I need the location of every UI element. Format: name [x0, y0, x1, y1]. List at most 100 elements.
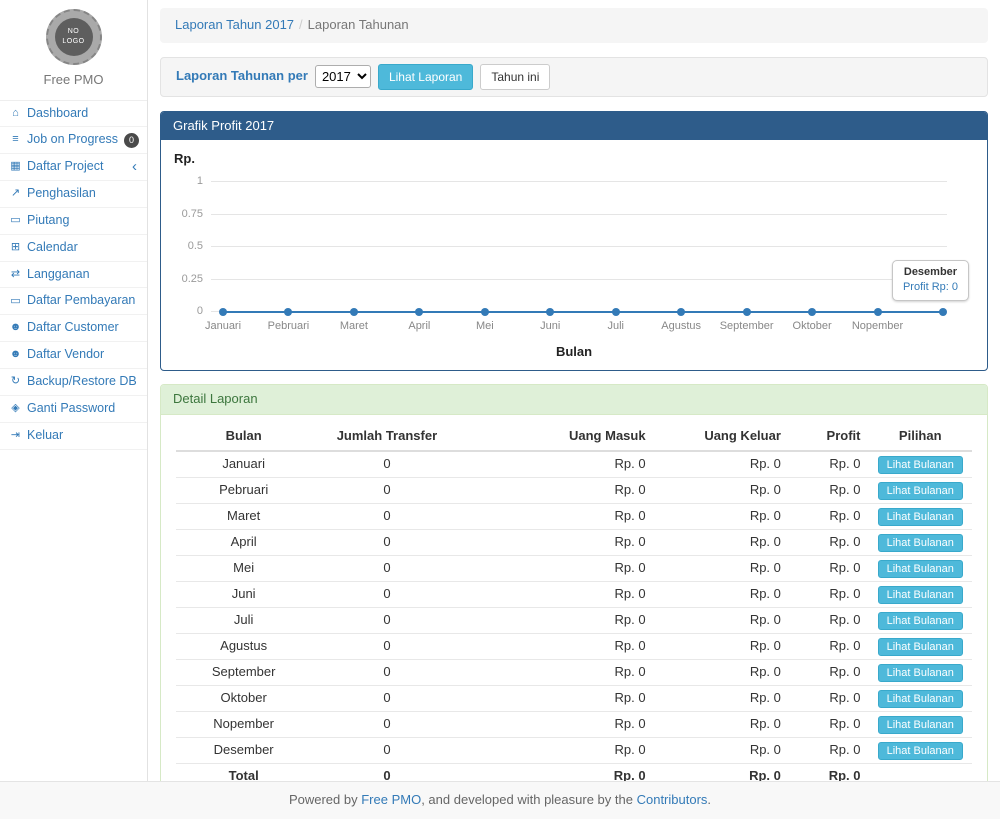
data-point-januari[interactable]: [219, 308, 227, 316]
page: NO LOGO Free PMO ⌂Dashboard≡Job on Progr…: [0, 0, 1000, 781]
footer-link-contributors[interactable]: Contributors: [637, 791, 708, 810]
sidebar-item-label: Daftar Vendor: [27, 346, 104, 364]
detail-panel: Detail Laporan BulanJumlah TransferUang …: [160, 384, 988, 781]
sidebar-item-ganti-password[interactable]: ◈Ganti Password: [0, 396, 147, 423]
sidebar-item-keluar[interactable]: ⇥Keluar: [0, 423, 147, 450]
data-point-juni[interactable]: [546, 308, 554, 316]
cell-profit: Rp. 0: [789, 451, 869, 478]
logo-line1: NO: [68, 27, 80, 37]
sidebar-item-langganan[interactable]: ⇄Langganan: [0, 262, 147, 289]
sidebar-item-dashboard[interactable]: ⌂Dashboard: [0, 101, 147, 128]
cell-profit: Rp. 0: [789, 530, 869, 556]
sidebar-item-daftar-pembayaran[interactable]: ▭Daftar Pembayaran: [0, 288, 147, 315]
chart-series: JanuariPebruariMaretAprilMeiJuniJuliAgus…: [223, 182, 943, 312]
cell-jumlah-transfer: 0: [311, 686, 462, 712]
cell-pilihan: Lihat Bulanan: [868, 530, 972, 556]
chart-panel-title: Grafik Profit 2017: [161, 112, 987, 141]
cell-pilihan: Lihat Bulanan: [868, 582, 972, 608]
cell-uang-keluar: Rp. 0: [654, 686, 789, 712]
total-uang-keluar: Rp. 0: [654, 764, 789, 781]
sidebar-item-penghasilan[interactable]: ↗Penghasilan: [0, 181, 147, 208]
exchange-icon: ⇄: [8, 267, 23, 283]
sidebar-item-daftar-customer[interactable]: ☻Daftar Customer: [0, 315, 147, 342]
lihat-bulanan-button[interactable]: Lihat Bulanan: [878, 586, 963, 604]
lihat-bulanan-button[interactable]: Lihat Bulanan: [878, 508, 963, 526]
y-axis-tick: 0.5: [169, 239, 203, 255]
data-point-nopember[interactable]: [874, 308, 882, 316]
sidebar-item-label: Piutang: [27, 212, 69, 230]
sidebar-item-job-on-progress[interactable]: ≡Job on Progress0: [0, 127, 147, 154]
data-point-september[interactable]: [743, 308, 751, 316]
calendar-icon: ⊞: [8, 240, 23, 256]
sidebar-item-label: Penghasilan: [27, 185, 96, 203]
table-icon: ▦: [8, 159, 23, 175]
data-point-desember[interactable]: [939, 308, 947, 316]
sidebar-item-label: Calendar: [27, 239, 78, 257]
sidebar-item-piutang[interactable]: ▭Piutang: [0, 208, 147, 235]
payment-icon: ▭: [8, 294, 23, 310]
cell-profit: Rp. 0: [789, 556, 869, 582]
footer-text: .: [707, 791, 711, 810]
table-row: September0Rp. 0Rp. 0Rp. 0Lihat Bulanan: [176, 660, 972, 686]
data-point-juli[interactable]: [612, 308, 620, 316]
sidebar-item-calendar[interactable]: ⊞Calendar: [0, 235, 147, 262]
sidebar-item-label: Dashboard: [27, 105, 88, 123]
cell-profit: Rp. 0: [789, 608, 869, 634]
sidebar-item-backup-restore-db[interactable]: ↻Backup/Restore DB: [0, 369, 147, 396]
cell-bulan: Juli: [176, 608, 311, 634]
cell-bulan: April: [176, 530, 311, 556]
y-axis-tick: 0: [169, 304, 203, 320]
cell-profit: Rp. 0: [789, 660, 869, 686]
cell-bulan: Pebruari: [176, 478, 311, 504]
cell-jumlah-transfer: 0: [311, 634, 462, 660]
cell-profit: Rp. 0: [789, 686, 869, 712]
cell-uang-keluar: Rp. 0: [654, 556, 789, 582]
cell-uang-masuk: Rp. 0: [463, 712, 654, 738]
cell-uang-keluar: Rp. 0: [654, 582, 789, 608]
cell-pilihan: Lihat Bulanan: [868, 712, 972, 738]
data-point-mei[interactable]: [481, 308, 489, 316]
lihat-bulanan-button[interactable]: Lihat Bulanan: [878, 716, 963, 734]
chart-x-axis-label: Bulan: [161, 343, 987, 362]
footer-text: , and developed with pleasure by the: [421, 791, 633, 810]
column-header: Uang Keluar: [654, 422, 789, 452]
breadcrumb-link[interactable]: Laporan Tahun 2017: [175, 17, 294, 32]
lihat-bulanan-button[interactable]: Lihat Bulanan: [878, 456, 963, 474]
filter-bar: Laporan Tahunan per 2017 Lihat Laporan T…: [160, 57, 988, 97]
view-report-button[interactable]: Lihat Laporan: [378, 64, 473, 90]
chart-panel: Grafik Profit 2017 Rp. Desember Profit R…: [160, 111, 988, 372]
lihat-bulanan-button[interactable]: Lihat Bulanan: [878, 534, 963, 552]
filter-label: Laporan Tahunan per: [176, 67, 308, 86]
footer-link-freepmo[interactable]: Free PMO: [361, 791, 421, 810]
lihat-bulanan-button[interactable]: Lihat Bulanan: [878, 690, 963, 708]
data-point-april[interactable]: [415, 308, 423, 316]
column-header: Uang Masuk: [463, 422, 654, 452]
x-axis-tick: Maret: [340, 319, 368, 335]
lihat-bulanan-button[interactable]: Lihat Bulanan: [878, 742, 963, 760]
data-point-oktober[interactable]: [808, 308, 816, 316]
cell-bulan: Desember: [176, 738, 311, 764]
data-point-maret[interactable]: [350, 308, 358, 316]
chart-plot: Desember Profit Rp: 0 00.250.50.751Janua…: [211, 182, 947, 312]
cell-profit: Rp. 0: [789, 634, 869, 660]
lihat-bulanan-button[interactable]: Lihat Bulanan: [878, 482, 963, 500]
data-point-agustus[interactable]: [677, 308, 685, 316]
lihat-bulanan-button[interactable]: Lihat Bulanan: [878, 560, 963, 578]
column-header: Pilihan: [868, 422, 972, 452]
table-row: Nopember0Rp. 0Rp. 0Rp. 0Lihat Bulanan: [176, 712, 972, 738]
sidebar-item-label: Daftar Project: [27, 158, 103, 176]
lihat-bulanan-button[interactable]: Lihat Bulanan: [878, 664, 963, 682]
cell-uang-masuk: Rp. 0: [463, 478, 654, 504]
y-axis-tick: 0.25: [169, 272, 203, 288]
sidebar-item-daftar-project[interactable]: ▦Daftar Project‹: [0, 154, 147, 181]
this-year-button[interactable]: Tahun ini: [480, 64, 550, 90]
lihat-bulanan-button[interactable]: Lihat Bulanan: [878, 638, 963, 656]
cell-bulan: Maret: [176, 504, 311, 530]
detail-panel-title: Detail Laporan: [161, 385, 987, 415]
profit-line: [223, 311, 943, 313]
sidebar-item-daftar-vendor[interactable]: ☻Daftar Vendor: [0, 342, 147, 369]
lihat-bulanan-button[interactable]: Lihat Bulanan: [878, 612, 963, 630]
year-select[interactable]: 2017: [315, 65, 371, 88]
cell-jumlah-transfer: 0: [311, 451, 462, 478]
data-point-pebruari[interactable]: [284, 308, 292, 316]
